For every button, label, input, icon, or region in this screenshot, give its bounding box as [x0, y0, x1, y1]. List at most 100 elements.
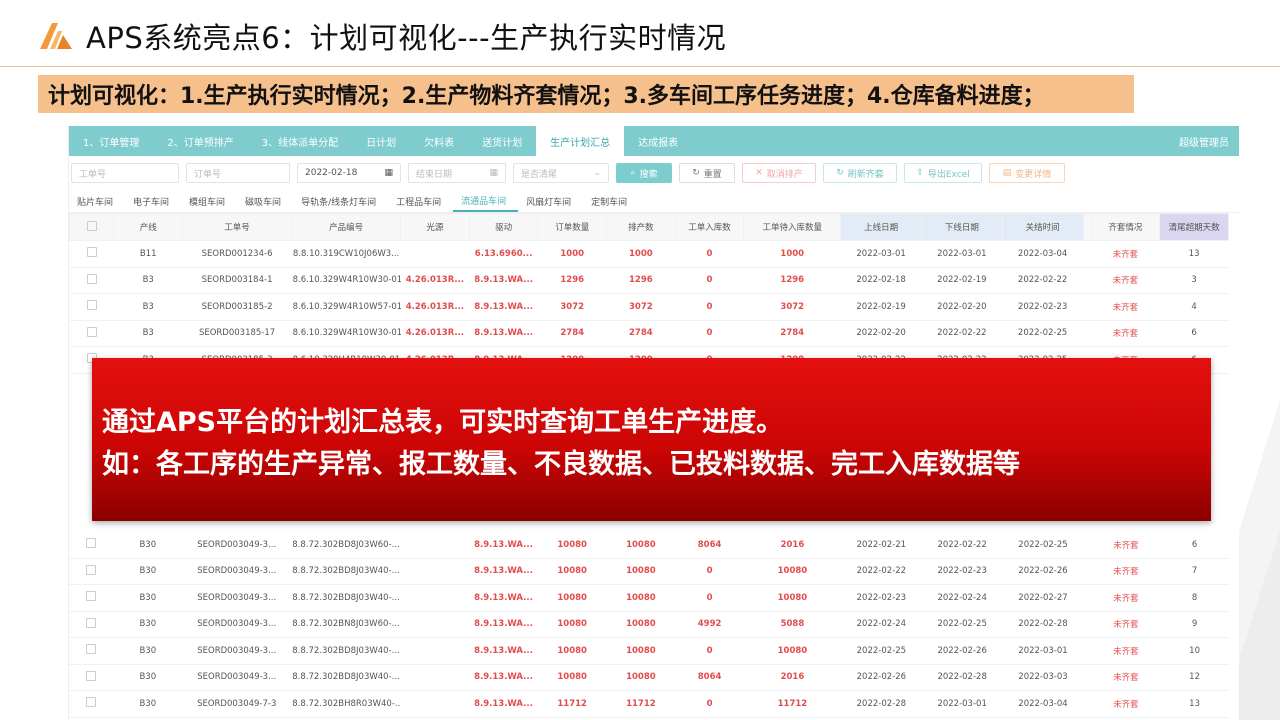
column-header-8[interactable]: 工单待入库数量 — [743, 213, 842, 241]
end-date-picker[interactable]: 结束日期 ▦ — [408, 163, 506, 183]
change-details-button[interactable]: ▤ 变更详情 — [989, 163, 1065, 183]
table-row[interactable]: B30 SEORD003049-3... 8.8.72.302BN8J03W60-.… — [69, 611, 1229, 638]
column-header-6[interactable]: 排产数 — [606, 213, 676, 241]
table-row[interactable]: B11 SEORD001234-6 8.8.10.319CW10J06W3... 6.… — [69, 240, 1229, 268]
reset-button[interactable]: ↻ 重置 — [679, 163, 735, 183]
nav-tab-1[interactable]: 2、订单预排产 — [153, 126, 247, 156]
cell-driver: 8.9.13.WA... — [469, 532, 538, 559]
cell-off: 2022-02-19 — [921, 267, 1003, 294]
checkbox[interactable] — [86, 670, 97, 681]
table-row[interactable]: B3 SEORD003185-17 8.6.10.329W4R10W30-01 4.2… — [69, 320, 1229, 347]
table-row[interactable]: B30 SEORD003049-3... 8.8.72.302BD8J03W40-.… — [69, 664, 1229, 691]
workshop-tab-5[interactable]: 工程品车间 — [388, 190, 453, 212]
export-button-label: 导出Excel — [927, 169, 970, 180]
select-all-checkbox-cell[interactable] — [69, 213, 115, 241]
checkbox[interactable] — [86, 644, 97, 655]
user-menu[interactable]: 超级管理员 — [1179, 126, 1239, 156]
highlight-banner: 通过APS平台的计划汇总表，可实时查询工单生产进度。 如：各工序的生产异常、报工… — [92, 358, 1211, 521]
cell-kit[interactable]: 未齐套 — [1091, 320, 1160, 347]
cell-kit[interactable]: 未齐套 — [1091, 664, 1161, 691]
nav-tab-3[interactable]: 日计划 — [352, 126, 410, 156]
column-header-10[interactable]: 下线日期 — [920, 213, 1003, 241]
table-row[interactable]: B3 SEORD003185-2 8.6.10.329W4R10W57-01 4.26… — [69, 293, 1229, 321]
row-checkbox-cell[interactable] — [69, 637, 114, 665]
workshop-tab-7[interactable]: 风扇灯车间 — [518, 190, 583, 212]
row-checkbox-cell[interactable] — [69, 664, 114, 691]
column-header-4[interactable]: 驱动 — [468, 213, 539, 241]
cell-kit[interactable]: 未齐套 — [1091, 558, 1161, 585]
cell-pending: 10080 — [743, 584, 841, 612]
row-checkbox-cell[interactable] — [69, 558, 114, 585]
cell-kit[interactable]: 未齐套 — [1091, 532, 1161, 559]
column-header-2[interactable]: 产品编号 — [291, 213, 402, 241]
cell-kit[interactable]: 未齐套 — [1091, 293, 1160, 321]
workshop-tab-4[interactable]: 导轨条/线条灯车间 — [293, 190, 388, 212]
checkbox[interactable] — [86, 617, 97, 628]
workshop-tab-3[interactable]: 磁吸车间 — [237, 190, 293, 212]
workshop-tab-2[interactable]: 模组车间 — [181, 190, 237, 212]
nav-tab-6[interactable]: 生产计划汇总 — [536, 126, 625, 156]
refresh-kit-button[interactable]: ↻ 刷新齐套 — [823, 163, 897, 183]
order-number-input[interactable]: 订单号 — [186, 163, 290, 183]
row-checkbox-cell[interactable] — [69, 532, 114, 559]
checkbox[interactable] — [86, 300, 97, 311]
column-spacer — [1083, 584, 1092, 612]
cell-light: 4.26.013R... — [400, 267, 470, 294]
workshop-tab-1[interactable]: 电子车间 — [125, 190, 181, 212]
nav-tab-2[interactable]: 3、线体派单分配 — [248, 126, 352, 156]
nav-tab-7[interactable]: 达成报表 — [624, 126, 692, 156]
column-header-13[interactable]: 清尾超期天数 — [1159, 213, 1229, 241]
cell-line: B30 — [113, 637, 183, 665]
checkbox[interactable] — [86, 538, 97, 549]
row-checkbox-cell[interactable] — [69, 690, 114, 718]
row-checkbox-cell[interactable] — [69, 320, 114, 347]
cell-kit[interactable]: 未齐套 — [1091, 240, 1160, 268]
cell-kit[interactable]: 未齐套 — [1091, 584, 1161, 612]
start-date-picker[interactable]: 2022-02-18 ▦ — [297, 163, 401, 183]
table-row[interactable]: B3 SEORD003184-1 8.6.10.329W4R10W30-01 4.26… — [69, 267, 1229, 294]
checkbox[interactable] — [86, 591, 97, 602]
cell-wo: SEORD003049-3... — [182, 611, 292, 638]
cell-kit[interactable]: 未齐套 — [1091, 611, 1161, 638]
export-excel-button[interactable]: ⇪ 导出Excel — [904, 163, 982, 183]
checkbox[interactable] — [86, 220, 97, 231]
workshop-tab-8[interactable]: 定制车间 — [583, 190, 639, 212]
table-row[interactable]: B30 SEORD003049-3... 8.8.72.302BD8J03W40-.… — [69, 558, 1229, 585]
checkbox[interactable] — [86, 273, 97, 284]
column-header-9[interactable]: 上线日期 — [840, 213, 922, 241]
column-header-12[interactable]: 齐套情况 — [1090, 213, 1161, 241]
checkbox[interactable] — [86, 697, 97, 708]
column-header-0[interactable]: 产线 — [113, 213, 184, 241]
column-header-3[interactable]: 光源 — [400, 213, 470, 241]
row-checkbox-cell[interactable] — [69, 293, 114, 321]
table-row[interactable]: B30 SEORD003049-3... 8.8.72.302BD8J03W60-.… — [69, 532, 1229, 559]
row-checkbox-cell[interactable] — [69, 584, 114, 612]
checkbox[interactable] — [86, 564, 97, 575]
checkbox[interactable] — [86, 247, 97, 258]
table-row[interactable]: B30 SEORD003049-3... 8.8.72.302BD8J03W40-.… — [69, 637, 1229, 665]
row-checkbox-cell[interactable] — [69, 611, 114, 638]
column-header-7[interactable]: 工单入库数 — [674, 213, 745, 241]
nav-tab-4[interactable]: 欠料表 — [410, 126, 468, 156]
cell-kit[interactable]: 未齐套 — [1091, 690, 1161, 718]
column-spacer — [1083, 267, 1092, 294]
row-checkbox-cell[interactable] — [69, 267, 114, 294]
work-order-input[interactable]: 工单号 — [71, 163, 179, 183]
column-header-1[interactable]: 工单号 — [182, 213, 293, 241]
nav-tab-5[interactable]: 送货计划 — [468, 126, 536, 156]
column-header-5[interactable]: 订单数量 — [537, 213, 608, 241]
table-row[interactable]: B30 SEORD003049-3... 8.8.72.302BD8J03W40-.… — [69, 584, 1229, 612]
cell-kit[interactable]: 未齐套 — [1091, 267, 1160, 294]
complete-select[interactable]: 是否清尾 ⌄ — [513, 163, 609, 183]
cell-kit[interactable]: 未齐套 — [1091, 637, 1161, 665]
nav-tab-0[interactable]: 1、订单管理 — [69, 126, 153, 156]
checkbox[interactable] — [86, 326, 97, 337]
column-header-11[interactable]: 关结时间 — [1001, 213, 1084, 241]
search-button[interactable]: ⌕ 搜索 — [616, 163, 672, 183]
row-checkbox-cell[interactable] — [69, 240, 114, 268]
workshop-tab-6[interactable]: 流通品车间 — [453, 190, 519, 212]
cancel-schedule-button[interactable]: ✕ 取消排产 — [742, 163, 816, 183]
cell-on: 2022-02-21 — [840, 532, 922, 559]
table-row[interactable]: B30 SEORD003049-7-3 8.8.72.302BH8R03W40-..… — [69, 690, 1229, 718]
workshop-tab-0[interactable]: 贴片车间 — [69, 190, 125, 212]
